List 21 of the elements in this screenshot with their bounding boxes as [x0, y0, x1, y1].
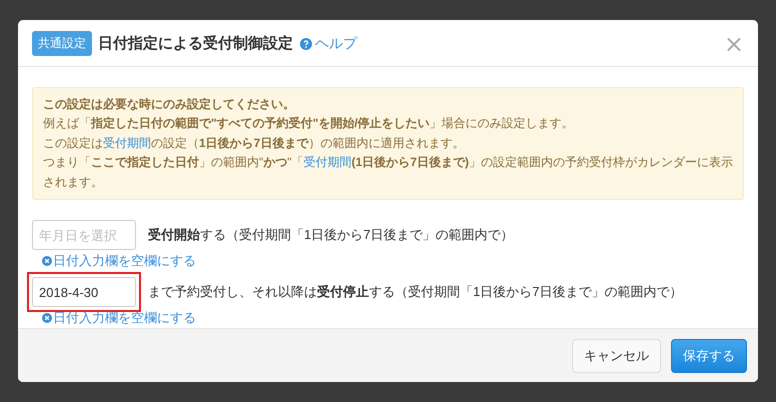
notice-text: つまり「ここで指定した日付」の範囲内"かつ"「受付期間(1日後から7日後まで)」の設定範囲内の予約受付枠がカレンダーに表示されます。 [43, 154, 733, 191]
clear-icon [42, 256, 52, 266]
dialog-title: 日付指定による受付制御設定 [98, 34, 293, 54]
notice-text: この設定は受付期間の設定（1日後から7日後まで）の範囲内に適用されます。 [43, 134, 466, 152]
clear-date-link[interactable]: 日付入力欄を空欄にする [42, 252, 196, 270]
period-link[interactable]: 受付期間 [103, 136, 151, 150]
close-button[interactable]: × [724, 32, 744, 56]
save-button[interactable]: 保存する [671, 338, 747, 373]
help-link[interactable]: ヘルプ [315, 34, 357, 53]
clear-icon [42, 313, 52, 324]
help-icon [300, 38, 312, 50]
notice-text: この設定は必要な時にのみ設定してください。 [43, 96, 296, 113]
date-field[interactable]: 年月日を選択 [32, 220, 136, 250]
row-description: 受付開始する（受付期間「1日後から7日後まで」の範囲内で） [148, 226, 514, 244]
notice-text: 例えば「指定した日付の範囲で"すべての予約受付"を開始/停止をしたい」場合にのみ設定します。 [43, 115, 575, 132]
cancel-button[interactable]: キャンセル [572, 338, 661, 373]
badge: 共通設定 [32, 31, 92, 56]
clear-date-link[interactable]: 日付入力欄を空欄にする [42, 309, 196, 328]
row-description: まで予約受付し、それ以降は受付停止する（受付期間「1日後から7日後まで」の範囲内で） [148, 283, 682, 302]
period-link[interactable]: 受付期間 [304, 155, 352, 170]
date-field[interactable]: 2018-4-30 [32, 277, 136, 308]
